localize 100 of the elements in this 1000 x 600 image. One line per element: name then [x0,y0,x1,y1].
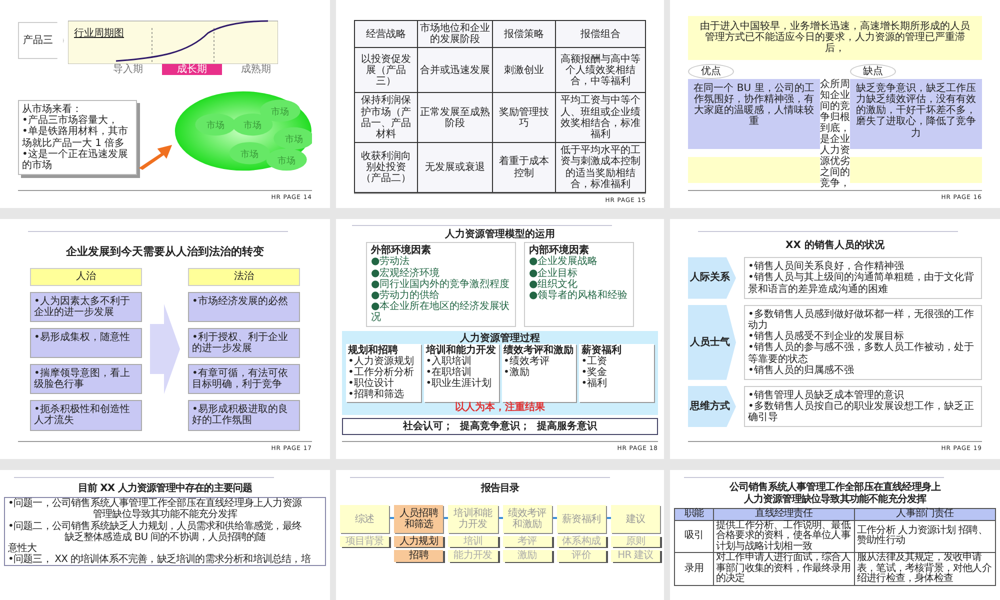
market-bubble: 市场 [266,148,306,171]
category-label: 人际关系 [688,257,736,299]
table-cell: 服从法律及其规定，发收申请表，笔试，考核背景，对他人介绍进行检查，身体检查 [854,552,996,585]
slide-title: 公司销售系统人事管理工作全部压在直线经理身上 [729,482,941,493]
table-cell: 保持利润保护市场（产品一、产品材料 [354,92,418,143]
subsection-box[interactable]: 激励 [502,550,552,562]
detail-text: •销售人员的归属感不强 [748,364,855,376]
point-box: •扼杀积极性和创造性人才流失 [30,400,142,431]
problem-text: 意性大 [8,542,38,554]
problem-text: •问题二，公司销售系统缺乏人力规划，人员需求和供给靠感觉，最终 [8,520,302,532]
subsection-box[interactable]: 招聘 [394,550,444,562]
factor-item: ●本企业所在地区的经济发展状况 [371,301,511,324]
problem-text: •问题三， XX 的培训体系不完善，缺乏培训的需求分析和培训总结，培 [8,554,312,566]
product-label: 产品三 [18,22,64,60]
point-box: •人为因素太多不利于企业的进一步发展 [30,292,142,322]
factor-item: ●企业目标 [529,268,579,279]
phase-label: 成长期 [162,64,222,76]
slide-thumbnail[interactable] [670,219,1000,459]
subsection-box[interactable]: 培训 [448,536,498,548]
market-bubble: 市场 [259,100,300,122]
table-cell: 吸引 [674,520,714,552]
point-box: •市场经济发展的必然 [188,292,300,322]
slide-title: 企业发展到今天需要从人治到法治的转变 [65,246,265,258]
table-cell: 刺激创业 [492,48,556,93]
outcome-box: 社会认可； 提高竞争意识； 提高服务意识 [342,418,658,435]
table-cell: 工作分析 人力资源计划 招聘、赞助性行动 [854,520,996,552]
section-box[interactable]: 综述 [340,505,390,534]
subsection-box[interactable]: 项目背景 [340,536,390,548]
subsection-box[interactable]: 原则 [610,536,660,548]
slide-thumbnail[interactable] [336,219,664,459]
card-item: •工资 [581,356,608,367]
problem-text: 缺乏整体感造成 BU 间的不协调，人员招聘的随 [64,532,266,543]
market-bubble: 市场 [232,114,272,136]
subsection-box[interactable]: 考评 [502,536,552,548]
note-text: •这是一个正在迅速发展的市场 [22,148,129,172]
detail-text: •销售管理人员缺乏成本管理的意识 [748,390,904,401]
subsection-box[interactable]: 能力开发 [448,550,498,562]
subsection-box[interactable]: HR 建议 [610,550,660,562]
card-item: •奖金 [581,367,608,378]
card-item: •工作分析分析 [348,367,415,378]
detail-text: •销售人员间关系良好，合作精神强 [748,261,904,272]
column-heading: 法治 [188,268,300,286]
factor-item: ●劳动力的供给 [371,290,440,301]
category-label: 思维方式 [688,386,736,428]
card-item: •绩效考评 [504,356,550,367]
cons-text: 缺乏竞争意识，缺乏工作压力缺乏绩效评估，没有有效的激励，干好干坏差不多，磨失了进取心，降低了竞争力 [850,78,982,149]
table-cell: 着重于成本控制 [492,142,556,192]
table-cell: 以投资促发展（产品三） [354,48,418,93]
motto-text: 以人为本，注重结果 [455,402,545,413]
section-box[interactable]: 薪资福利 [556,505,606,534]
table-cell: 无发展或衰退 [418,142,492,192]
detail-text: •多数销售人员按自己的职业发展设想工作，缺乏正确引导 [748,401,975,424]
slide-thumbnail[interactable]: 目前 XX 人力资源管理中存在的主要问题 •问题一，公司销售系统人事管理工作全部压在直线经理身上人力资源 管理缺位导致其功能不能充分发挥 •问题二，公司销售系统缺乏人力规划，人员需求和供给靠感觉，最终 缺乏整体感造成 BU 间的不协调，人员招聘的随 意性大 •问题三， XX 的培训体系不完善，缺乏培训的需求分析和培训总结，培 [0,470,330,600]
table-cell: 合并或迅速发展 [418,48,492,93]
market-bubble: 市场 [273,128,312,150]
card-heading: 培训和能力开发 [426,344,496,356]
detail-text: •销售人员与其上级间的沟通简单粗糙，由于文化背景和语言的差异造成沟通的困难 [748,272,975,295]
card-heading: 薪资福利 [581,344,622,356]
pros-text: 在同一个 BU 里，公司的工作氛围好，协作精神强，有大家庭的温暖感，人情味较重 [688,78,820,149]
slide-title: 人力资源管理缺位导致其功能不能充分发挥 [744,494,926,505]
slide-thumbnail[interactable]: 报告目录 综述 项目背景 人员招聘和筛选 人力规划 招聘 培训和能力开发 培训 能力开发 绩效考评和激励 考评 激励 薪资福利 体系构成 评价 建议 原则 HR 建议 [336,470,664,600]
section-box[interactable]: 培训和能力开发 [448,505,498,534]
factor-item: ●组织文化 [529,278,579,290]
slide-title: 目前 XX 人力资源管理中存在的主要问题 [76,483,254,494]
note-text: 从市场来看： [22,104,82,116]
point-box: •有章可循，有法可依目标明确，利于竞争 [188,364,300,394]
slide-thumbnail[interactable] [336,0,664,208]
subsection-box[interactable]: 评价 [556,550,606,562]
card-item: •职业生涯计划 [426,378,493,390]
process-title: 人力资源管理过程 [460,332,540,344]
point-box: •易形成集权，随意性 [30,328,142,358]
section-box[interactable]: 建议 [610,505,660,534]
factor-item: ●劳动法 [371,256,410,268]
table-cell: 奖励管理技巧 [492,92,556,143]
card-item: •人力资源规划 [348,356,415,367]
note-text: •产品三市场容量大， [22,115,118,126]
column-text: 众所周知企业间的竞争归根到底，是企业人力资源优劣之间的竞争， [820,78,850,189]
factor-item: ●同行业国内外的竞争激烈程度 [371,278,511,290]
arrow-icon [150,304,180,394]
column-header: 经营战略 [354,20,418,48]
card-item: •职位设计 [348,378,394,390]
table-cell: 提供工作分析、工作说明、最低合格要求的资料，使各单位人事计划与战略计划相一致 [714,520,854,552]
market-bubble: 市场 [194,114,236,136]
column-header: 职能 [674,508,714,520]
card-heading: 绩效考评和激励 [504,344,574,356]
section-box[interactable]: 人员招聘和筛选 [394,505,444,534]
section-box[interactable]: 绩效考评和激励 [502,505,552,534]
slide-title: 报告目录 [480,483,520,494]
table-cell: 对工作申请人进行面试，综合人事部门收集的资料，作最终录用的决定 [714,552,854,585]
subsection-box[interactable]: 体系构成 [556,536,606,548]
subsection-box[interactable]: 人力规划 [394,536,444,548]
phase-label: 成熟期 [240,64,272,76]
card-item: •入职培训 [426,356,472,367]
column-header: 报偿组合 [556,20,646,48]
column-header: 人事部门责任 [854,508,996,520]
detail-text: •销售人员感受不到企业的发展目标 [748,331,904,342]
table-cell: 平均工资与中等个人、班组或企业绩效奖相结合，标准福利 [556,92,646,143]
market-bubble: 市场 [228,142,270,164]
point-box: •易形成积极进取的良好的工作氛围 [188,400,300,431]
card-item: •福利 [581,378,608,390]
